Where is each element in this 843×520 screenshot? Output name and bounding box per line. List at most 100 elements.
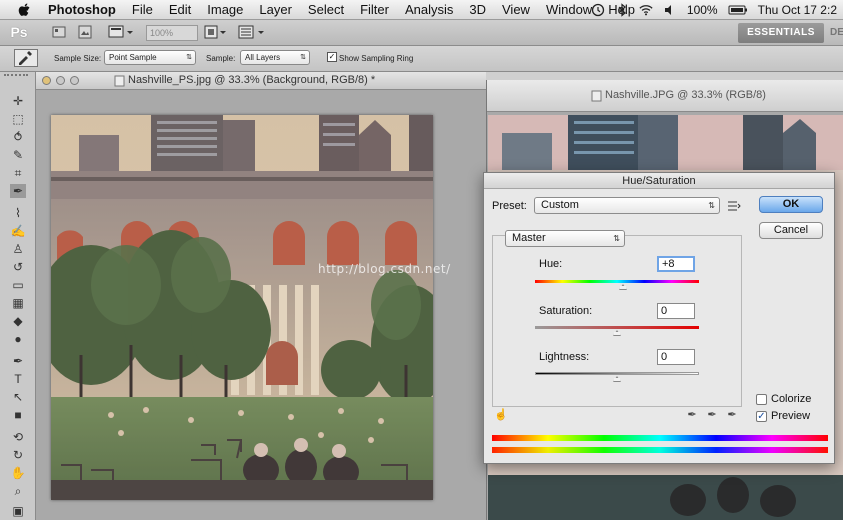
targeted-adjustment-tool-icon[interactable]: ☝ [494, 409, 508, 421]
document-title: Nashville.JPG @ 33.3% (RGB/8) [605, 89, 766, 101]
zoom-tool-icon[interactable]: ⌕ [10, 484, 26, 498]
colorize-checkbox[interactable] [756, 394, 767, 405]
eraser-tool-icon[interactable]: ▭ [10, 278, 26, 292]
minimize-window-button[interactable] [56, 76, 65, 85]
default-colors-icon[interactable]: ▣ [10, 504, 26, 518]
close-window-button[interactable] [42, 76, 51, 85]
document-title-bar[interactable]: Nashville_PS.jpg @ 33.3% (Background, RG… [36, 72, 486, 90]
show-sampling-ring-checkbox[interactable]: ✓ [327, 52, 337, 62]
eyedropper-icon[interactable]: ✒ [686, 409, 698, 421]
gradient-tool-icon[interactable]: ▦ [10, 296, 26, 310]
dodge-tool-icon[interactable]: ● [10, 332, 26, 346]
hand-tool-icon[interactable] [204, 25, 226, 39]
brush-tool-icon[interactable]: ✍ [10, 224, 26, 238]
menu-view[interactable]: View [502, 2, 530, 17]
wifi-icon[interactable] [639, 3, 653, 17]
lightness-input[interactable]: 0 [657, 349, 695, 365]
image-canvas[interactable] [51, 115, 433, 500]
hand-tool-icon[interactable]: ✋ [10, 466, 26, 480]
preview-label: Preview [771, 410, 811, 422]
hue-input[interactable]: +8 [657, 256, 695, 272]
preview-checkbox[interactable]: ✓ [756, 411, 767, 422]
type-tool-icon[interactable]: T [10, 372, 26, 386]
preset-options-icon[interactable] [727, 200, 741, 212]
blur-tool-icon[interactable]: ◆ [10, 314, 26, 328]
sample-size-select[interactable]: Point Sample ⇅ [104, 50, 196, 65]
3d-orbit-tool-icon[interactable]: ↻ [10, 448, 26, 462]
menu-select[interactable]: Select [308, 2, 344, 17]
path-selection-tool-icon[interactable]: ↖ [10, 390, 26, 404]
menu-file[interactable]: File [132, 2, 153, 17]
cancel-button[interactable]: Cancel [759, 222, 823, 239]
document-title: Nashville_PS.jpg @ 33.3% (Background, RG… [128, 74, 376, 86]
lasso-tool-icon[interactable]: ⥀ [10, 130, 26, 144]
workspace-design-button[interactable]: DESI [830, 23, 843, 43]
menu-layer[interactable]: Layer [259, 2, 292, 17]
tools-panel: ✛ ⬚ ⥀ ✎ ⌗ ✒ ⌇ ✍ ♙ ↺ ▭ ▦ ◆ ● ✒ T ↖ ■ ⟲ ↻ … [0, 72, 36, 520]
preset-select[interactable]: Custom ⇅ [534, 197, 720, 214]
bluetooth-icon[interactable] [615, 3, 629, 17]
eyedropper-plus-icon[interactable]: ✒ [706, 409, 718, 421]
menu-image[interactable]: Image [207, 2, 243, 17]
hue-slider-track[interactable] [535, 280, 699, 283]
mini-bridge-icon[interactable] [78, 25, 92, 39]
arrange-documents-icon[interactable] [238, 25, 266, 39]
zoom-level[interactable]: 100% [146, 25, 198, 41]
saturation-label: Saturation: [539, 305, 593, 317]
quick-selection-tool-icon[interactable]: ✎ [10, 148, 26, 162]
menu-analysis[interactable]: Analysis [405, 2, 453, 17]
sample-select[interactable]: All Layers ⇅ [240, 50, 310, 65]
saturation-input[interactable]: 0 [657, 303, 695, 319]
lightness-slider-track[interactable] [535, 372, 699, 375]
adjustment-group: Master ⇅ Hue: +8 Saturation: 0 Lightness… [492, 230, 742, 407]
tool-preset-picker[interactable] [14, 49, 38, 67]
document-icon [591, 90, 602, 102]
menu-photoshop[interactable]: Photoshop [48, 2, 116, 17]
chevron-updown-icon: ⇅ [613, 234, 620, 243]
marquee-tool-icon[interactable]: ⬚ [10, 112, 26, 126]
panel-grip[interactable] [4, 74, 28, 80]
rectangle-tool-icon[interactable]: ■ [10, 408, 26, 422]
3d-rotate-tool-icon[interactable]: ⟲ [10, 430, 26, 444]
channel-select[interactable]: Master ⇅ [505, 230, 625, 247]
view-extras-icon[interactable] [108, 24, 136, 40]
history-brush-tool-icon[interactable]: ↺ [10, 260, 26, 274]
crop-tool-icon[interactable]: ⌗ [10, 166, 26, 180]
chevron-updown-icon: ⇅ [186, 54, 192, 61]
bridge-icon[interactable] [52, 25, 66, 39]
sample-size-value: Point Sample [109, 53, 157, 62]
clock[interactable]: Thu Oct 17 2:2 [758, 3, 837, 17]
clone-stamp-tool-icon[interactable]: ♙ [10, 242, 26, 256]
preset-label: Preset: [492, 200, 527, 212]
eyedropper-minus-icon[interactable]: ✒ [726, 409, 738, 421]
apple-icon[interactable] [16, 2, 34, 17]
document-icon [114, 75, 125, 87]
document-window-nashville-ps: Nashville_PS.jpg @ 33.3% (Background, RG… [36, 72, 486, 520]
workspace-essentials-button[interactable]: ESSENTIALS [738, 23, 824, 43]
time-machine-icon[interactable] [591, 3, 605, 17]
ok-button[interactable]: OK [759, 196, 823, 213]
menu-filter[interactable]: Filter [360, 2, 389, 17]
original-color-bar [492, 435, 828, 441]
status-menus: 100% Thu Oct 17 2:2 [591, 0, 843, 19]
menu-window[interactable]: Window [546, 2, 592, 17]
pen-tool-icon[interactable]: ✒ [10, 354, 26, 368]
menu-edit[interactable]: Edit [169, 2, 191, 17]
zoom-window-button[interactable] [70, 76, 79, 85]
chevron-updown-icon: ⇅ [708, 201, 715, 210]
lightness-slider-thumb[interactable] [613, 376, 621, 382]
battery-icon[interactable] [728, 3, 748, 17]
chevron-updown-icon: ⇅ [300, 54, 306, 61]
saturation-slider-track[interactable] [535, 326, 699, 329]
hue-slider-thumb[interactable] [619, 284, 627, 290]
sample-size-label: Sample Size: [54, 54, 102, 63]
dialog-title[interactable]: Hue/Saturation [484, 173, 834, 189]
volume-icon[interactable] [663, 3, 677, 17]
move-tool-icon[interactable]: ✛ [10, 94, 26, 108]
document-title-bar[interactable]: Nashville.JPG @ 33.3% (RGB/8) [487, 80, 843, 112]
menu-3d[interactable]: 3D [469, 2, 486, 17]
saturation-slider-thumb[interactable] [613, 330, 621, 336]
colorize-label: Colorize [771, 393, 812, 405]
spot-healing-tool-icon[interactable]: ⌇ [10, 206, 26, 220]
eyedropper-tool-icon[interactable]: ✒ [10, 184, 26, 198]
